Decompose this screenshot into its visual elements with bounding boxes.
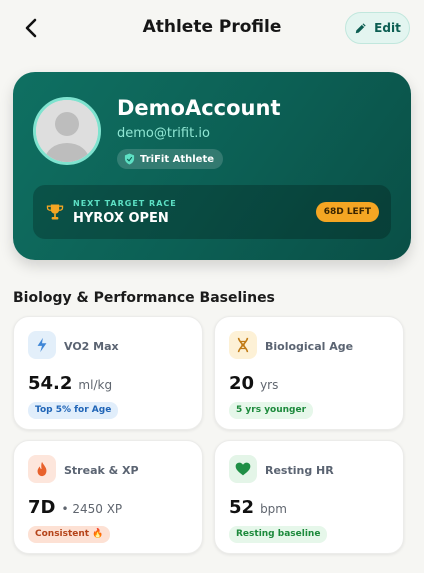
metric-value: 54.2 ml/kg [28, 373, 112, 394]
metric-value: 52 bpm [229, 497, 287, 518]
tier-label: TriFit Athlete [140, 153, 215, 165]
profile-card: DemoAccount demo@trifit.io TriFit Athlet… [13, 72, 411, 260]
metric-number: 20 [229, 373, 255, 394]
vo2-max-card[interactable]: VO2 Max 54.2 ml/kg Top 5% for Age [13, 316, 203, 430]
biological-age-card[interactable]: Biological Age 20 yrs 5 yrs younger [214, 316, 404, 430]
metric-value: 20 yrs [229, 373, 278, 394]
metric-badge: Top 5% for Age [28, 402, 119, 419]
metric-unit: yrs [260, 378, 279, 392]
race-caption: NEXT TARGET RACE [73, 199, 177, 208]
metric-badge: 5 yrs younger [229, 402, 314, 419]
user-silhouette-icon [36, 100, 98, 162]
metric-label: VO2 Max [64, 340, 119, 353]
metric-unit: ml/kg [78, 378, 113, 392]
pencil-icon [355, 23, 366, 34]
tier-badge: TriFit Athlete [117, 149, 224, 169]
resting-hr-card[interactable]: Resting HR 52 bpm Resting baseline [214, 440, 404, 554]
shield-check-icon [124, 153, 135, 165]
metric-badge: Resting baseline [229, 526, 328, 543]
metric-label: Resting HR [265, 464, 334, 477]
days-left-badge: 68D LEFT [315, 202, 379, 222]
metric-badge: Consistent 🔥 [28, 526, 111, 543]
lightning-icon [28, 331, 56, 359]
edit-button[interactable]: Edit [345, 12, 410, 44]
edit-label: Edit [374, 21, 401, 35]
app-header: Athlete Profile Edit [0, 0, 424, 56]
user-name: DemoAccount [117, 96, 281, 120]
trophy-icon [46, 204, 64, 220]
dna-icon [229, 331, 257, 359]
streak-xp-card[interactable]: Streak & XP 7D • 2450 XP Consistent 🔥 [13, 440, 203, 554]
metric-unit: bpm [260, 502, 287, 516]
race-name: HYROX OPEN [73, 211, 169, 226]
metric-number: 52 [229, 497, 255, 518]
next-race-panel[interactable]: NEXT TARGET RACE HYROX OPEN 68D LEFT [33, 185, 391, 239]
avatar [33, 97, 101, 165]
metric-label: Streak & XP [64, 464, 139, 477]
metric-value: 7D • 2450 XP [28, 497, 122, 518]
section-title: Biology & Performance Baselines [13, 290, 275, 306]
metric-label: Biological Age [265, 340, 354, 353]
user-email: demo@trifit.io [117, 126, 210, 141]
flame-icon [28, 455, 56, 483]
metric-number: 54.2 [28, 373, 73, 394]
metric-unit: • 2450 XP [61, 502, 123, 516]
heart-icon [229, 455, 257, 483]
metric-number: 7D [28, 497, 56, 518]
